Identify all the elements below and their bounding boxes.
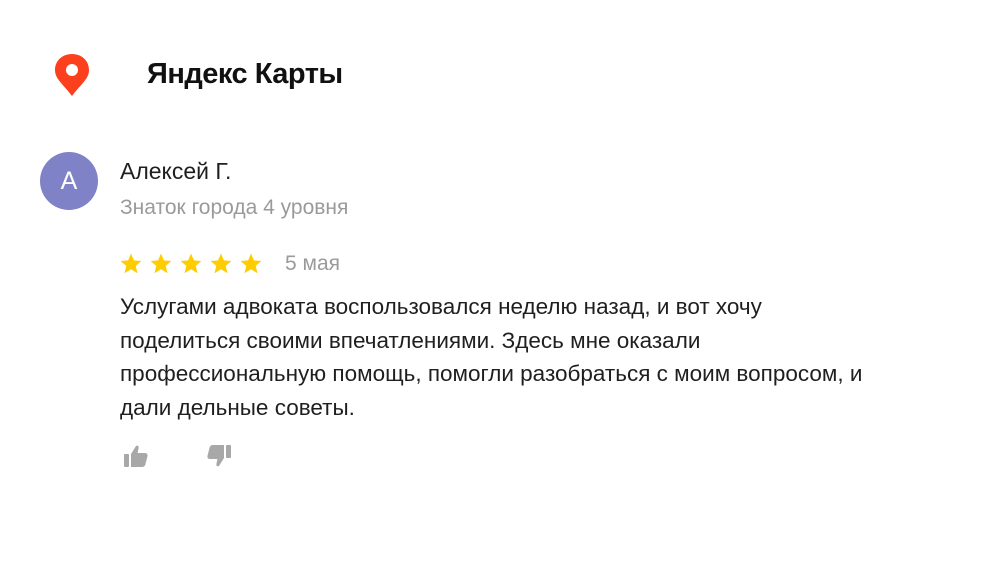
like-button[interactable] [120,440,152,472]
star-icon [120,253,142,274]
thumbs-up-icon [124,445,148,467]
avatar[interactable]: А [40,152,98,210]
header [52,52,92,98]
map-pin-icon [55,54,89,96]
dislike-button[interactable] [203,440,235,472]
author-name[interactable]: Алексей Г. [120,158,231,185]
star-icon [240,253,262,274]
star-icon [210,253,232,274]
star-icon [150,253,172,274]
review-text: Услугами адвоката воспользовался неделю … [120,294,863,420]
review-actions [120,440,235,472]
star-icon [180,253,202,274]
author-level: Знаток города 4 уровня [120,196,349,219]
thumbs-down-icon [207,445,231,467]
avatar-letter: А [60,166,78,195]
review-date: 5 мая [285,252,341,275]
star-rating [119,252,263,276]
brand-title[interactable]: Яндекс Карты [147,58,343,91]
rating-row: 5 мая [119,252,340,276]
